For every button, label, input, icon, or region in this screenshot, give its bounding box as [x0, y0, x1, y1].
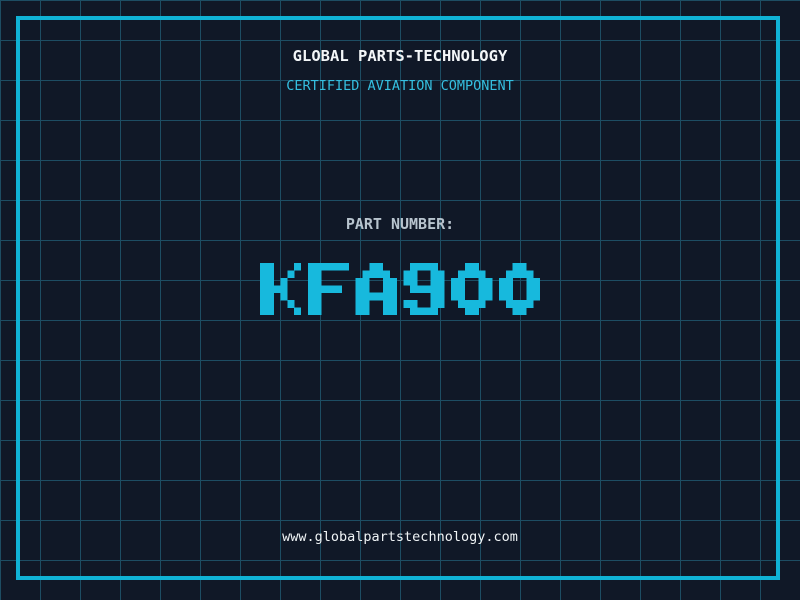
website-url: www.globalpartstechnology.com: [282, 529, 518, 545]
part-number-value: [0, 263, 800, 315]
part-number-pixel-text: [260, 263, 540, 315]
part-number-label: PART NUMBER:: [345, 215, 455, 233]
certification-subtitle: CERTIFIED AVIATION COMPONENT: [286, 78, 514, 94]
blueprint-page: { "header": { "title": "GLOBAL PARTS-TEC…: [0, 0, 800, 600]
company-title: GLOBAL PARTS-TECHNOLOGY: [292, 47, 508, 65]
